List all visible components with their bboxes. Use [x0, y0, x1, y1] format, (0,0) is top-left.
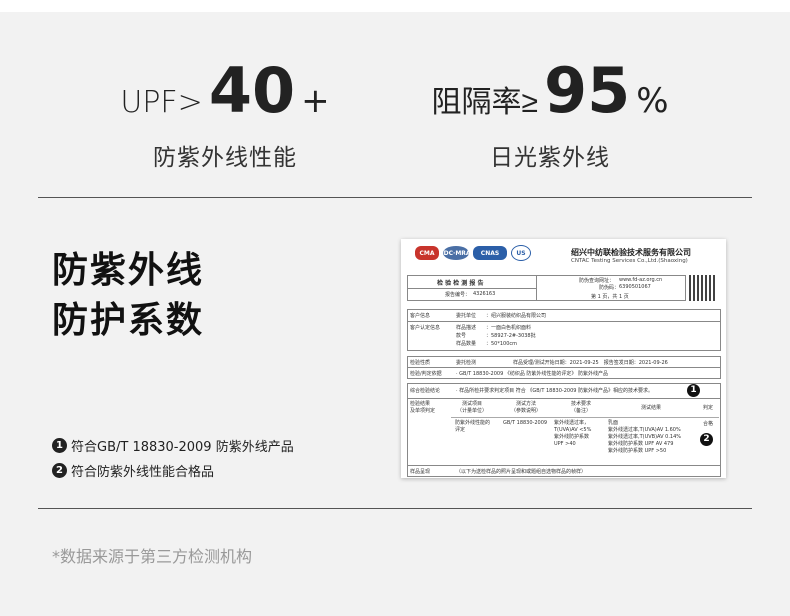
upf-caption: 防紫外线性能 — [153, 145, 297, 171]
client-key: 委托单位 — [456, 313, 477, 319]
test-report-image: CMA IDC·MRA CNAS US 绍兴中纺联检验技术服务有限公司 CNTA… — [401, 239, 726, 478]
top-bar — [0, 0, 790, 12]
website: www.fd-az.org.cn — [619, 277, 663, 283]
client-value: ：绍兴服装纺织品有限公司 — [486, 313, 547, 319]
row-item: 防紫外线性能的 评定 — [455, 420, 491, 433]
sample-v1: ：一面白色机织面料 — [486, 325, 532, 331]
basis-label: 检验/判定依据 — [410, 371, 442, 377]
code: 6390501067 — [619, 284, 651, 290]
conclusion-label: 综合检验结论 — [410, 388, 441, 394]
block-rate-prefix: 阻隔率≥ — [431, 85, 538, 120]
client-label: 客户信息 — [410, 313, 431, 319]
section-title: 防紫外线 防护系数 — [52, 246, 204, 346]
us-logo-icon: US — [511, 245, 531, 261]
bullet-2-text: 符合防紫外线性能合格品 — [71, 465, 215, 480]
block-rate-value: 95 — [543, 54, 631, 127]
row-verdict: 合格 — [703, 421, 714, 427]
table-header-divider — [451, 417, 719, 418]
block-rate-caption: 日光紫外线 — [490, 145, 610, 171]
section-title-line2: 防护系数 — [52, 300, 205, 341]
row-result: 乳面 紫外线透过率,T(UVA)AV 1.60% 紫外线透过率,T(UVB)AV… — [608, 420, 682, 454]
sample-v2: ：58927-2#-3038批 — [486, 333, 536, 339]
ilac-mra-logo-icon: IDC·MRA — [441, 246, 471, 260]
sample-k2: 款号 — [456, 333, 467, 339]
report-no-box — [407, 288, 537, 301]
bullet-2-number: 2 — [52, 463, 67, 478]
remark-value: （以下为送检样品的照片呈现和或题组自选物样品的帧样） — [456, 469, 587, 475]
code-label: 防伪码： — [599, 285, 620, 291]
test-key: 委托检测 — [456, 360, 477, 366]
upf-value: 40 — [208, 54, 296, 127]
sample-label: 客户认定信息 — [410, 325, 441, 331]
page: UPF> 40 + 防紫外线性能 阻隔率≥ 95 % 日光紫外线 防紫外线 防护… — [0, 0, 790, 616]
sample-k1: 样品描述 — [456, 325, 477, 331]
cma-logo-icon: CMA — [415, 246, 439, 260]
upf-stat: UPF> 40 + 防紫外线性能 — [100, 60, 350, 172]
report-no: 4326163 — [473, 291, 496, 297]
page-count: 第 1 页，共 1 页 — [591, 294, 629, 300]
sample-row — [407, 321, 721, 351]
cert-logos: CMA IDC·MRA CNAS US — [415, 245, 531, 261]
header-requirement: 技术要求 （备注） — [571, 401, 592, 414]
report-no-label: 报告编号： — [445, 292, 471, 298]
mark-2-icon: 2 — [700, 433, 713, 446]
table-label: 检验结果 及单项判定 — [410, 401, 436, 414]
upf-suffix: + — [301, 81, 330, 121]
block-rate-stat: 阻隔率≥ 95 % 日光紫外线 — [410, 60, 690, 172]
divider-bottom — [38, 508, 752, 509]
sample-v3: ：50*100cm — [486, 341, 518, 347]
org-name-cn: 绍兴中纺联检验技术服务有限公司 — [571, 248, 691, 257]
block-rate-suffix: % — [636, 81, 669, 121]
upf-prefix: UPF> — [120, 85, 203, 120]
bullet-2: 2 符合防紫外线性能合格品 — [52, 461, 214, 480]
row-method: GB/T 18830-2009 — [503, 420, 548, 426]
bullet-1-text: 符合GB/T 18830-2009 防紫外线产品 — [71, 440, 294, 455]
header-item: 测试项目 （计量单位） — [457, 401, 488, 414]
basis-value: · GB/T 18830-2009 《纺织品 防紫外线性能的评定》 防紫外线产品 — [456, 371, 609, 377]
bullet-1: 1 符合GB/T 18830-2009 防紫外线产品 — [52, 436, 294, 455]
header-result: 测试结果 — [641, 405, 662, 411]
org-name-en: CNTAC Testing Services Co.,Ltd.(Shaoxing… — [571, 258, 688, 264]
header-verdict: 判定 — [703, 405, 714, 411]
bullet-1-number: 1 — [52, 438, 67, 453]
report-title: 检 验 检 测 报 告 — [437, 280, 484, 287]
test-dates: 样品受理/测试开始日期：2021-09-25 报告签发日期：2021-09-26 — [513, 360, 668, 366]
mark-1-icon: 1 — [687, 384, 700, 397]
data-source-footnote: *数据来源于第三方检测机构 — [52, 547, 253, 566]
header-method: 测试方法 （参数说明） — [511, 401, 542, 414]
qr-code-icon — [689, 275, 715, 301]
row-requirement: 紫外线透过率， T(UVA)AV <5% 紫外线防护系数 UPF >40 — [554, 420, 592, 447]
section-title-line1: 防紫外线 — [52, 250, 205, 291]
divider-top — [38, 197, 752, 198]
test-label: 检验性质 — [410, 360, 431, 366]
conclusion-value: · 样品所检并要求判定项目 符合 《GB/T 18830-2009 防紫外线产品… — [456, 388, 654, 394]
sample-k3: 样品数量 — [456, 341, 477, 347]
website-label: 防伪查询网址： — [579, 278, 615, 284]
cnas-logo-icon: CNAS — [473, 246, 507, 260]
remark-label: 样品呈现 — [410, 469, 431, 475]
